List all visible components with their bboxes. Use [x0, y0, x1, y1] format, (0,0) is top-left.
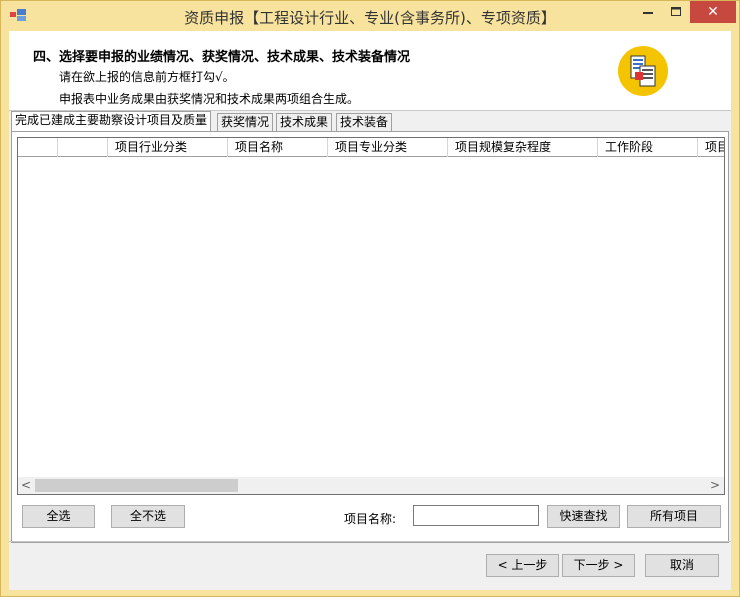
tab-awards[interactable]: 获奖情况	[217, 113, 274, 132]
minimize-button[interactable]	[634, 1, 662, 23]
wizard-logo-icon	[618, 46, 668, 96]
maximize-icon	[671, 7, 681, 16]
select-all-button[interactable]: 全选	[22, 505, 95, 528]
grid-header: 项目行业分类 项目名称 项目专业分类 项目规模复杂程度 工作阶段 项目	[18, 138, 724, 157]
scrollbar-thumb[interactable]	[35, 479, 238, 492]
window-title: 资质申报【工程设计行业、专业(含事务所)、专项资质】	[184, 9, 556, 27]
next-button[interactable]: 下一步 >	[562, 554, 635, 577]
project-name-search-input[interactable]	[413, 505, 539, 526]
wizard-client: 四、选择要申报的业绩情况、获奖情况、技术成果、技术装备情况 请在欲上报的信息前方…	[9, 31, 731, 590]
tab-panel: 项目行业分类 项目名称 项目专业分类 项目规模复杂程度 工作阶段 项目 < >	[11, 131, 729, 543]
select-none-button[interactable]: 全不选	[111, 505, 185, 528]
column-header-project-name[interactable]: 项目名称	[228, 138, 328, 157]
instruction-line-1: 请在欲上报的信息前方框打勾√。	[59, 70, 235, 84]
projects-grid[interactable]: 项目行业分类 项目名称 项目专业分类 项目规模复杂程度 工作阶段 项目 < >	[17, 137, 725, 495]
column-header-scale[interactable]: 项目规模复杂程度	[448, 138, 598, 157]
app-window: 资质申报【工程设计行业、专业(含事务所)、专项资质】 ✕ 四、选择要申报的业绩情…	[0, 0, 740, 597]
close-button[interactable]: ✕	[690, 1, 736, 23]
quick-search-button[interactable]: 快速查找	[547, 505, 620, 528]
column-header-more[interactable]: 项目	[698, 138, 724, 157]
close-icon: ✕	[707, 4, 719, 20]
search-label: 项目名称:	[344, 512, 397, 526]
wizard-header: 四、选择要申报的业绩情况、获奖情况、技术成果、技术装备情况 请在欲上报的信息前方…	[9, 31, 731, 111]
tab-tech-equipment[interactable]: 技术装备	[336, 113, 393, 132]
column-header-check[interactable]	[58, 138, 108, 157]
step-title: 四、选择要申报的业绩情况、获奖情况、技术成果、技术装备情况	[33, 50, 411, 65]
scroll-right-icon[interactable]: >	[710, 477, 720, 494]
column-header-stage[interactable]: 工作阶段	[598, 138, 698, 157]
column-header-row-selector[interactable]	[18, 138, 58, 157]
tab-tech-results[interactable]: 技术成果	[276, 113, 333, 132]
all-items-button[interactable]: 所有项目	[627, 505, 721, 528]
title-bar[interactable]: 资质申报【工程设计行业、专业(含事务所)、专项资质】 ✕	[1, 1, 739, 31]
tab-projects[interactable]: 完成已建成主要勘察设计项目及质量	[11, 111, 212, 132]
cancel-button[interactable]: 取消	[645, 554, 719, 577]
horizontal-scrollbar[interactable]: < >	[18, 477, 724, 494]
scroll-left-icon[interactable]: <	[21, 477, 31, 494]
column-header-specialty[interactable]: 项目专业分类	[328, 138, 448, 157]
maximize-button[interactable]	[662, 1, 690, 23]
column-header-industry[interactable]: 项目行业分类	[108, 138, 228, 157]
instruction-line-2: 申报表中业务成果由获奖情况和技术成果两项组合生成。	[59, 92, 360, 106]
footer-divider	[9, 541, 731, 542]
minimize-icon	[643, 12, 653, 14]
prev-button[interactable]: < 上一步	[486, 554, 559, 577]
